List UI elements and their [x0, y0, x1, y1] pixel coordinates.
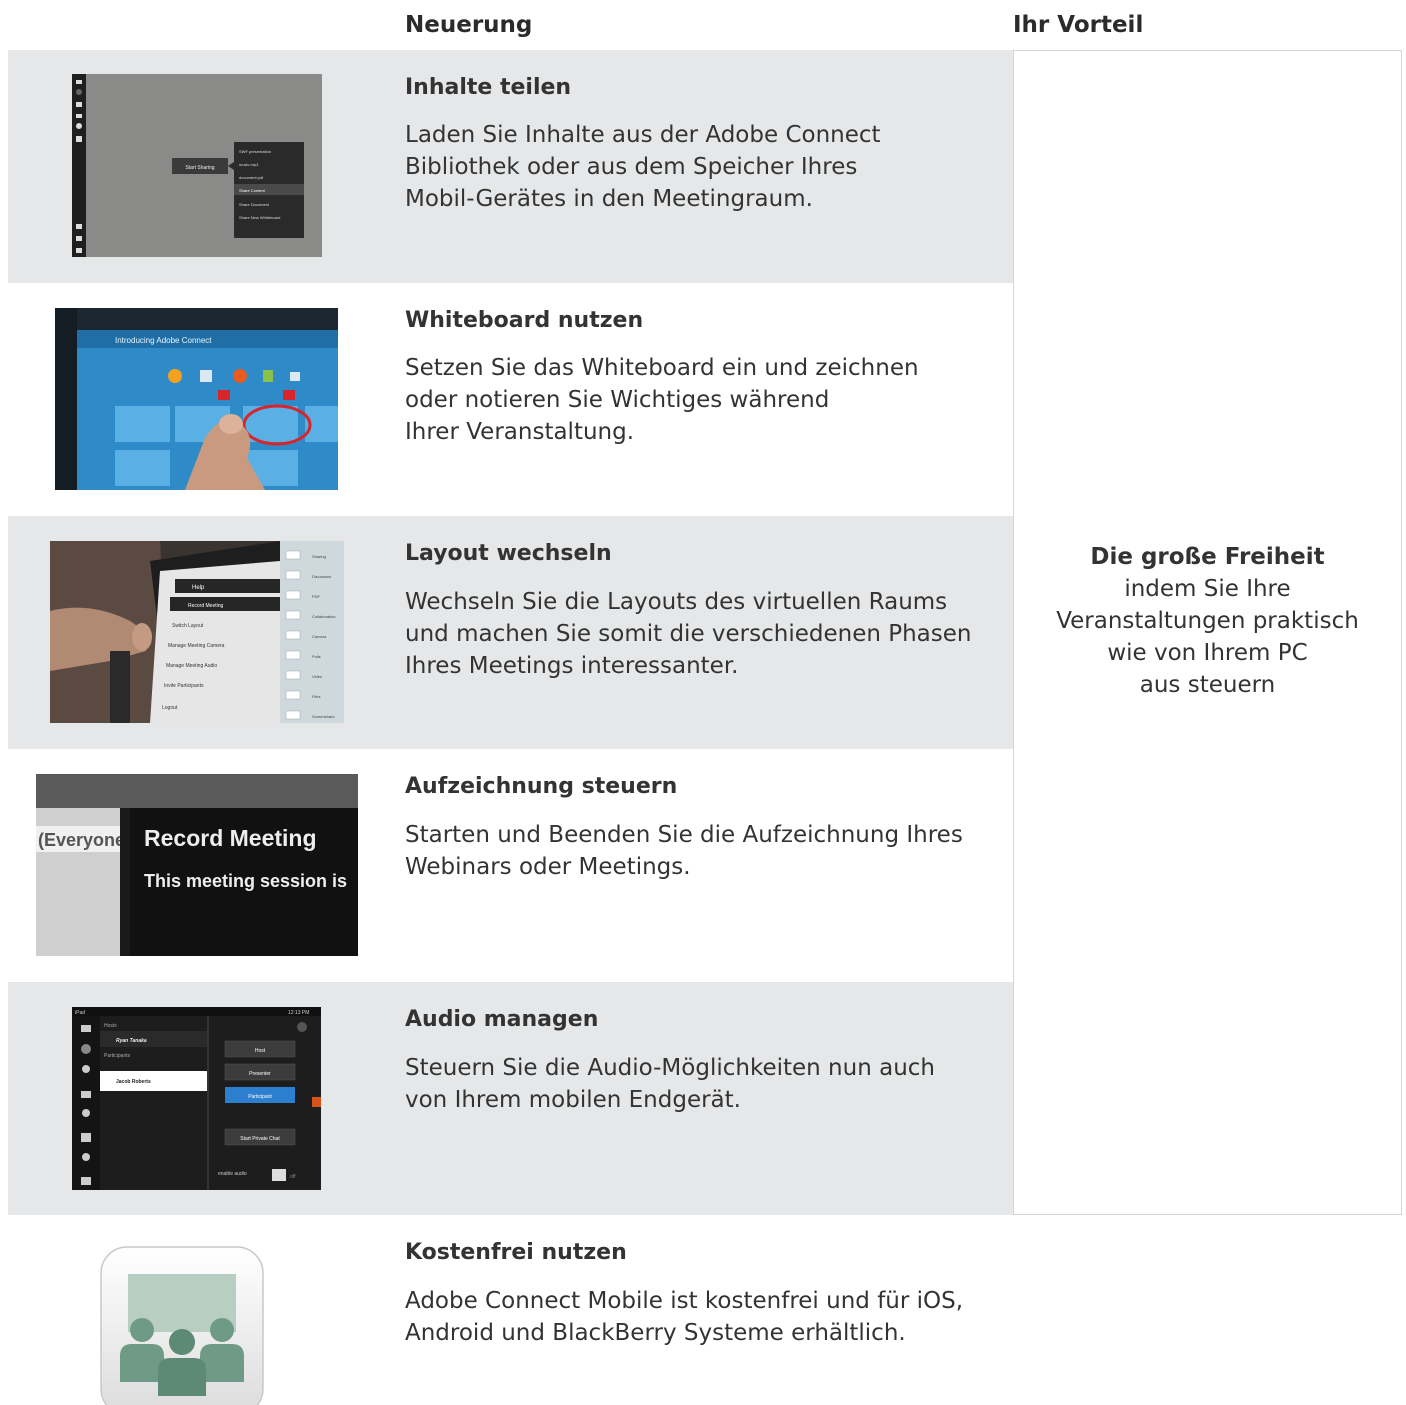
vorteil-line: Veranstaltungen praktisch	[1056, 608, 1359, 634]
thumb-enable: enable audio	[218, 1171, 247, 1177]
thumb-off: off	[290, 1174, 296, 1180]
description-line: Mobil-Gerätes in den Meetingraum.	[405, 186, 813, 212]
description-line: Webinars oder Meetings.	[405, 854, 691, 880]
description-line: oder notieren Sie Wichtiges während	[405, 387, 830, 413]
thumb-participants: Participants	[104, 1053, 131, 1059]
thumb-button: Presenter	[249, 1071, 271, 1077]
thumb-record-heading: Record Meeting	[144, 825, 317, 851]
description-line: und machen Sie somit die verschiedenen P…	[405, 621, 972, 647]
description-line: Wechseln Sie die Layouts des virtuellen …	[405, 589, 948, 615]
feature-title: Layout wechseln	[405, 541, 612, 566]
thumb-host-name: Ryan Tanaka	[116, 1038, 147, 1044]
feature-row-layout-wechseln: Sharing Discussion PDF Collaboration Cam…	[8, 516, 1013, 749]
thumb-layout-item: Video	[312, 674, 323, 679]
feature-description: Steuern Sie die Audio-Möglichkeiten nun …	[405, 1052, 935, 1116]
thumb-menu-item: music.mp3	[239, 162, 259, 167]
screenshot-audio: iPad 12:13 PM Hosts Ryan Tanaka Particip…	[72, 1007, 321, 1190]
thumb-device: iPad	[75, 1010, 85, 1016]
description-line: Adobe Connect Mobile ist kostenfrei und …	[405, 1288, 964, 1314]
vorteil-headline: Die große Freiheit	[1090, 544, 1325, 570]
vorteil-panel: Die große Freiheit indem Sie Ihre Verans…	[1013, 50, 1402, 1215]
feature-description: Setzen Sie das Whiteboard ein und zeichn…	[405, 352, 919, 448]
feature-row-aufzeichnung-steuern: (Everyone Record Meeting This meeting se…	[8, 749, 1013, 982]
feature-title: Whiteboard nutzen	[405, 308, 644, 333]
thumb-button: Host	[255, 1048, 266, 1054]
description-line: Bibliothek oder aus dem Speicher Ihres	[405, 154, 858, 180]
feature-row-audio-managen: iPad 12:13 PM Hosts Ryan Tanaka Particip…	[8, 982, 1013, 1215]
thumb-menu-item: SWF presentation	[239, 149, 271, 154]
column-header-neuerung: Neuerung	[405, 12, 533, 38]
screenshot-layout-menu: Sharing Discussion PDF Collaboration Cam…	[50, 541, 344, 723]
feature-description: Laden Sie Inhalte aus der Adobe Connect …	[405, 119, 881, 215]
vorteil-line: wie von Ihrem PC	[1107, 640, 1308, 666]
thumb-layout-item: Screenshare	[312, 714, 335, 719]
thumb-layout-item: PDF	[312, 594, 321, 599]
thumb-menu-item: Help	[192, 585, 205, 591]
vorteil-line: indem Sie Ihre	[1124, 576, 1291, 602]
adobe-connect-app-icon	[100, 1246, 264, 1405]
thumb-menu-item: Invite Participants	[164, 683, 204, 689]
thumb-hosts: Hosts	[104, 1023, 117, 1029]
thumb-layout-item: Camera	[312, 634, 327, 639]
thumb-button: Participant	[248, 1094, 272, 1100]
description-line: Ihres Meetings interessanter.	[405, 653, 739, 679]
description-line: Laden Sie Inhalte aus der Adobe Connect	[405, 122, 881, 148]
description-line: Android und BlackBerry Systeme erhältlic…	[405, 1320, 906, 1346]
feature-description: Starten und Beenden Sie die Aufzeichnung…	[405, 819, 963, 883]
thumb-menu-item: Logout	[162, 705, 178, 711]
feature-title: Inhalte teilen	[405, 75, 572, 100]
thumb-time: 12:13 PM	[288, 1010, 309, 1016]
description-line: Steuern Sie die Audio-Möglichkeiten nun …	[405, 1055, 935, 1081]
screenshot-whiteboard: Introducing Adobe Connect	[55, 308, 338, 490]
thumb-menu-item: document.pdf	[239, 175, 264, 180]
thumb-menu-item: Manage Meeting Audio	[166, 663, 217, 669]
thumb-menu-item: Switch Layout	[172, 623, 204, 629]
thumb-participant-name: Jacob Roberts	[116, 1079, 151, 1085]
vorteil-line: aus steuern	[1139, 672, 1276, 698]
thumb-menu-item: Share Content	[239, 188, 266, 193]
feature-row-inhalte-teilen: Start Sharing SWF presentation music.mp3…	[8, 50, 1013, 283]
screenshot-record-meeting: (Everyone Record Meeting This meeting se…	[36, 774, 358, 956]
description-line: Ihrer Veranstaltung.	[405, 419, 635, 445]
screenshot-share-content: Start Sharing SWF presentation music.mp3…	[72, 74, 322, 257]
description-line: von Ihrem mobilen Endgerät.	[405, 1087, 741, 1113]
feature-description: Adobe Connect Mobile ist kostenfrei und …	[405, 1285, 963, 1349]
column-header-vorteil: Ihr Vorteil	[1013, 12, 1144, 38]
thumb-start-sharing: Start Sharing	[185, 165, 214, 171]
description-line: Setzen Sie das Whiteboard ein und zeichn…	[405, 355, 919, 381]
description-line: Starten und Beenden Sie die Aufzeichnung…	[405, 822, 963, 848]
feature-row-kostenfrei-nutzen: Kostenfrei nutzen Adobe Connect Mobile i…	[8, 1215, 1013, 1405]
thumb-heading: Introducing Adobe Connect	[115, 336, 212, 345]
thumb-record-sub: This meeting session is	[144, 871, 347, 891]
feature-row-whiteboard-nutzen: Introducing Adobe Connect Whiteboard nut…	[8, 283, 1013, 516]
thumb-left-label: (Everyone	[38, 830, 125, 850]
feature-title: Kostenfrei nutzen	[405, 1240, 627, 1265]
thumb-layout-item: Sharing	[312, 554, 326, 559]
feature-description: Wechseln Sie die Layouts des virtuellen …	[405, 586, 972, 682]
thumb-menu-item: Manage Meeting Camera	[168, 643, 225, 649]
thumb-layout-item: Discussion	[312, 574, 331, 579]
thumb-menu-item: Share New Whiteboard	[239, 215, 280, 220]
thumb-menu-item: Record Meeting	[188, 603, 224, 609]
thumb-menu-item: Share Document	[239, 202, 270, 207]
thumb-layout-item: Files	[312, 694, 320, 699]
vorteil-text: Die große Freiheit indem Sie Ihre Verans…	[1014, 541, 1401, 701]
thumb-layout-item: Polls	[312, 654, 321, 659]
feature-title: Aufzeichnung steuern	[405, 774, 678, 799]
feature-title: Audio managen	[405, 1007, 599, 1032]
thumb-layout-item: Collaboration	[312, 614, 336, 619]
thumb-chat: Start Private Chat	[240, 1136, 280, 1142]
